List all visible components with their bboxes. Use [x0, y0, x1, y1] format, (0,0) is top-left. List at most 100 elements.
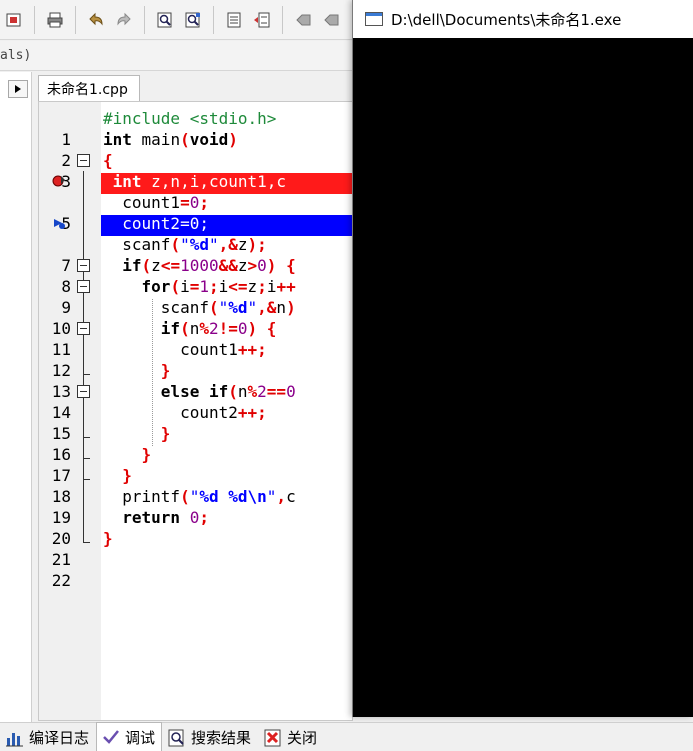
- search-icon: [168, 729, 184, 746]
- code-text: ": [208, 235, 219, 254]
- code-line: 14 else if(n%2==0: [39, 381, 352, 422]
- code-text: z,n,i,count1,c: [141, 172, 287, 191]
- code-text: (: [141, 256, 152, 275]
- console-title-bar[interactable]: D:\dell\Documents\未命名1.exe: [353, 0, 693, 38]
- code-text: void: [189, 130, 229, 149]
- indent-icon[interactable]: [222, 8, 246, 32]
- code-text: ,&: [257, 298, 277, 317]
- console-app-icon: [365, 12, 383, 26]
- tab-label: 关闭: [287, 729, 318, 747]
- code-text: %d: [189, 235, 209, 254]
- toolbar-separator: [75, 5, 76, 34]
- fold-toggle[interactable]: [77, 154, 90, 167]
- code-text: %d %d\n: [199, 487, 267, 506]
- code-editor[interactable]: 1 #include <stdio.h> 2 int main(void) 3 …: [38, 101, 353, 721]
- bookmark-next-icon[interactable]: [319, 8, 343, 32]
- find-icon[interactable]: [153, 8, 177, 32]
- code-text: scanf: [122, 235, 171, 254]
- code-line: 19 printf("%d %d\n",c: [39, 486, 352, 527]
- code-text: if: [199, 382, 229, 401]
- code-line: 8 if(z<=1000&&z>0) {: [39, 255, 352, 296]
- code-text: scanf: [160, 298, 209, 317]
- code-line: 22: [39, 549, 352, 590]
- code-text: (: [170, 277, 181, 296]
- console-window[interactable]: D:\dell\Documents\未命名1.exe: [352, 0, 693, 717]
- build-icon[interactable]: [2, 8, 26, 32]
- fold-toggle[interactable]: [77, 280, 90, 293]
- code-text: %: [247, 382, 258, 401]
- triangle-right-icon: [15, 85, 21, 93]
- toolbar-separator: [34, 5, 35, 34]
- panel-scroll-right-button[interactable]: [8, 80, 28, 98]
- tab-debug[interactable]: 调试: [96, 722, 163, 751]
- tab-compile-log[interactable]: 编译日志: [0, 724, 96, 751]
- code-text: n: [189, 319, 200, 338]
- replace-icon[interactable]: [181, 8, 205, 32]
- tab-label: 调试: [125, 728, 156, 747]
- code-line: 1 #include <stdio.h>: [39, 108, 352, 149]
- close-icon: [264, 729, 281, 746]
- code-text: %d: [228, 298, 248, 317]
- checkmark-icon: [103, 730, 119, 744]
- code-text: ": [247, 298, 258, 317]
- fold-toggle[interactable]: [77, 322, 90, 335]
- code-text: z: [237, 256, 248, 275]
- code-text: );: [247, 235, 267, 254]
- tab-label: 搜索结果: [191, 729, 252, 747]
- code-text: n: [276, 298, 287, 317]
- code-line: 16 }: [39, 423, 352, 464]
- code-text: %: [199, 319, 209, 338]
- code-text: count1: [180, 340, 238, 359]
- code-text: int: [103, 172, 142, 191]
- code-line: 10 scanf("%d",&n): [39, 297, 352, 338]
- tab-label: 编译日志: [29, 729, 90, 747]
- code-text: n: [237, 382, 248, 401]
- code-text: 1000: [180, 256, 219, 275]
- code-line: 9 for(i=1;i<=z;i++: [39, 276, 352, 317]
- code-text: 0: [257, 256, 267, 275]
- code-text: !=: [218, 319, 238, 338]
- editor-tab-file[interactable]: 未命名1.cpp: [38, 75, 140, 102]
- code-text: if: [160, 319, 181, 338]
- code-text: 0: [180, 508, 200, 527]
- code-text: ": [180, 235, 190, 254]
- fold-toggle[interactable]: [77, 259, 90, 272]
- compiler-profile-text[interactable]: als): [0, 48, 31, 63]
- code-text: }: [160, 361, 171, 380]
- breakpoint-icon[interactable]: [52, 174, 66, 188]
- code-text: ) {: [247, 319, 277, 338]
- code-text: int: [103, 130, 132, 149]
- line-number: 22: [51, 571, 71, 590]
- print-icon[interactable]: [43, 8, 67, 32]
- code-text: (: [170, 235, 181, 254]
- code-text: }: [122, 466, 132, 485]
- code-text: (: [180, 130, 190, 149]
- code-line: 15 count2++;: [39, 402, 352, 443]
- code-text: ;: [209, 277, 219, 296]
- code-text: #include <stdio.h>: [103, 109, 277, 128]
- code-text: printf: [122, 487, 181, 506]
- code-text: ++;: [237, 403, 267, 422]
- code-text: ): [286, 298, 296, 317]
- code-line: 3 {: [39, 150, 352, 191]
- tab-search-results[interactable]: 搜索结果: [162, 724, 258, 751]
- undo-icon[interactable]: [84, 8, 108, 32]
- bookmark-icon[interactable]: [291, 8, 315, 32]
- code-text: >: [247, 256, 258, 275]
- code-text: (: [208, 298, 219, 317]
- code-line: 18 }: [39, 465, 352, 506]
- code-text: main: [131, 130, 181, 149]
- fold-toggle[interactable]: [77, 385, 90, 398]
- code-text: z: [237, 235, 248, 254]
- tab-close[interactable]: 关闭: [258, 724, 324, 751]
- code-line: 17 }: [39, 444, 352, 485]
- redo-icon[interactable]: [112, 8, 136, 32]
- code-text: 2: [257, 382, 267, 401]
- editor-tab-label: 未命名1.cpp: [47, 82, 128, 98]
- unindent-icon[interactable]: [250, 8, 274, 32]
- code-text: 0: [237, 319, 248, 338]
- code-text: ==: [266, 382, 287, 401]
- code-text: count1: [122, 193, 181, 212]
- code-line: 5 count1=0;: [39, 192, 352, 233]
- code-text: count2: [180, 403, 238, 422]
